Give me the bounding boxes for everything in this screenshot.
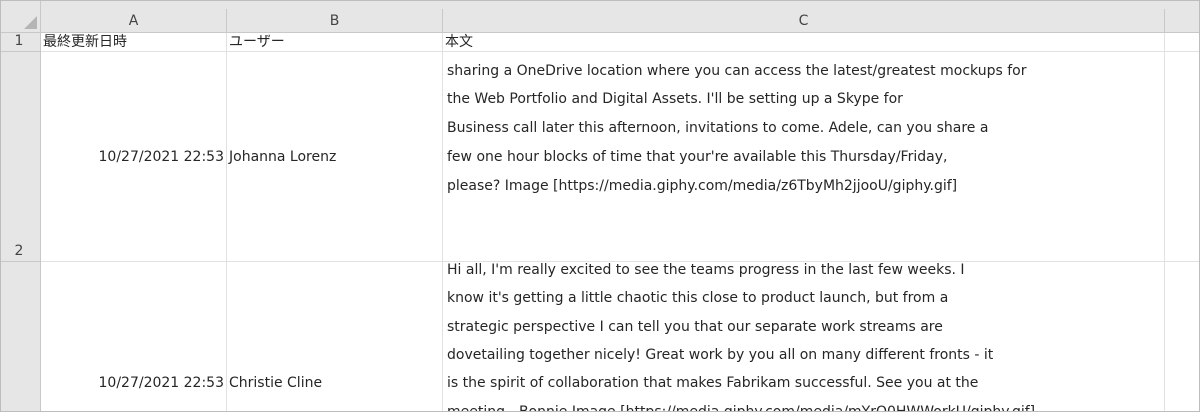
cell-a1[interactable]: 最終更新日時 [41, 33, 227, 52]
body-line: sharing a OneDrive location where you ca… [447, 63, 1027, 79]
row-number: 2 [14, 243, 24, 259]
body-line: Business call later this afternoon, invi… [447, 120, 989, 136]
spreadsheet-grid: A B C 1 2 最終更新日時 ユーザー 本文 10/27/2021 22:5… [0, 0, 1200, 412]
select-all-triangle-icon [24, 16, 37, 29]
cell-c3[interactable]: Hi all, I'm really excited to see the te… [443, 262, 1165, 412]
cell-b3[interactable]: Christie Cline [227, 262, 443, 411]
column-header-c[interactable]: C [443, 9, 1165, 33]
cell-user: Johanna Lorenz [229, 149, 337, 165]
body-line: please? Image [https://media.giphy.com/m… [447, 178, 958, 194]
row-header-3[interactable] [1, 262, 41, 411]
cell-c1[interactable]: 本文 [443, 33, 1165, 52]
cell-c2[interactable]: sharing a OneDrive location where you ca… [443, 52, 1165, 262]
column-header-strip [41, 1, 1199, 9]
column-header-b[interactable]: B [227, 9, 443, 33]
body-line: meeting - Bonnie Image [https://media.gi… [447, 404, 1036, 412]
body-line: Hi all, I'm really excited to see the te… [447, 262, 965, 278]
cell-datetime: 10/27/2021 22:53 [98, 149, 225, 165]
body-line: is the spirit of collaboration that make… [447, 375, 979, 391]
cell-user: Christie Cline [229, 375, 323, 391]
row-header-1[interactable]: 1 [1, 33, 41, 52]
cell-d3[interactable] [1165, 262, 1199, 411]
body-line: strategic perspective I can tell you tha… [447, 319, 943, 335]
cell-datetime: 10/27/2021 22:53 [98, 375, 225, 391]
cell-d1[interactable] [1165, 33, 1199, 52]
cell-d2[interactable] [1165, 52, 1199, 262]
body-line: dovetailing together nicely! Great work … [447, 347, 994, 363]
body-line: few one hour blocks of time that your're… [447, 149, 948, 165]
body-line: the Web Portfolio and Digital Assets. I'… [447, 91, 903, 107]
column-header-d[interactable] [1165, 9, 1199, 33]
column-header-a[interactable]: A [41, 9, 227, 33]
cell-b1[interactable]: ユーザー [227, 33, 443, 52]
row-number: 1 [14, 33, 24, 49]
cell-b2[interactable]: Johanna Lorenz [227, 52, 443, 262]
cell-a3[interactable]: 10/27/2021 22:53 [41, 262, 227, 411]
row-header-2[interactable]: 2 [1, 52, 41, 262]
body-line: know it's getting a little chaotic this … [447, 290, 949, 306]
cell-a2[interactable]: 10/27/2021 22:53 [41, 52, 227, 262]
select-all-corner[interactable] [1, 1, 41, 33]
